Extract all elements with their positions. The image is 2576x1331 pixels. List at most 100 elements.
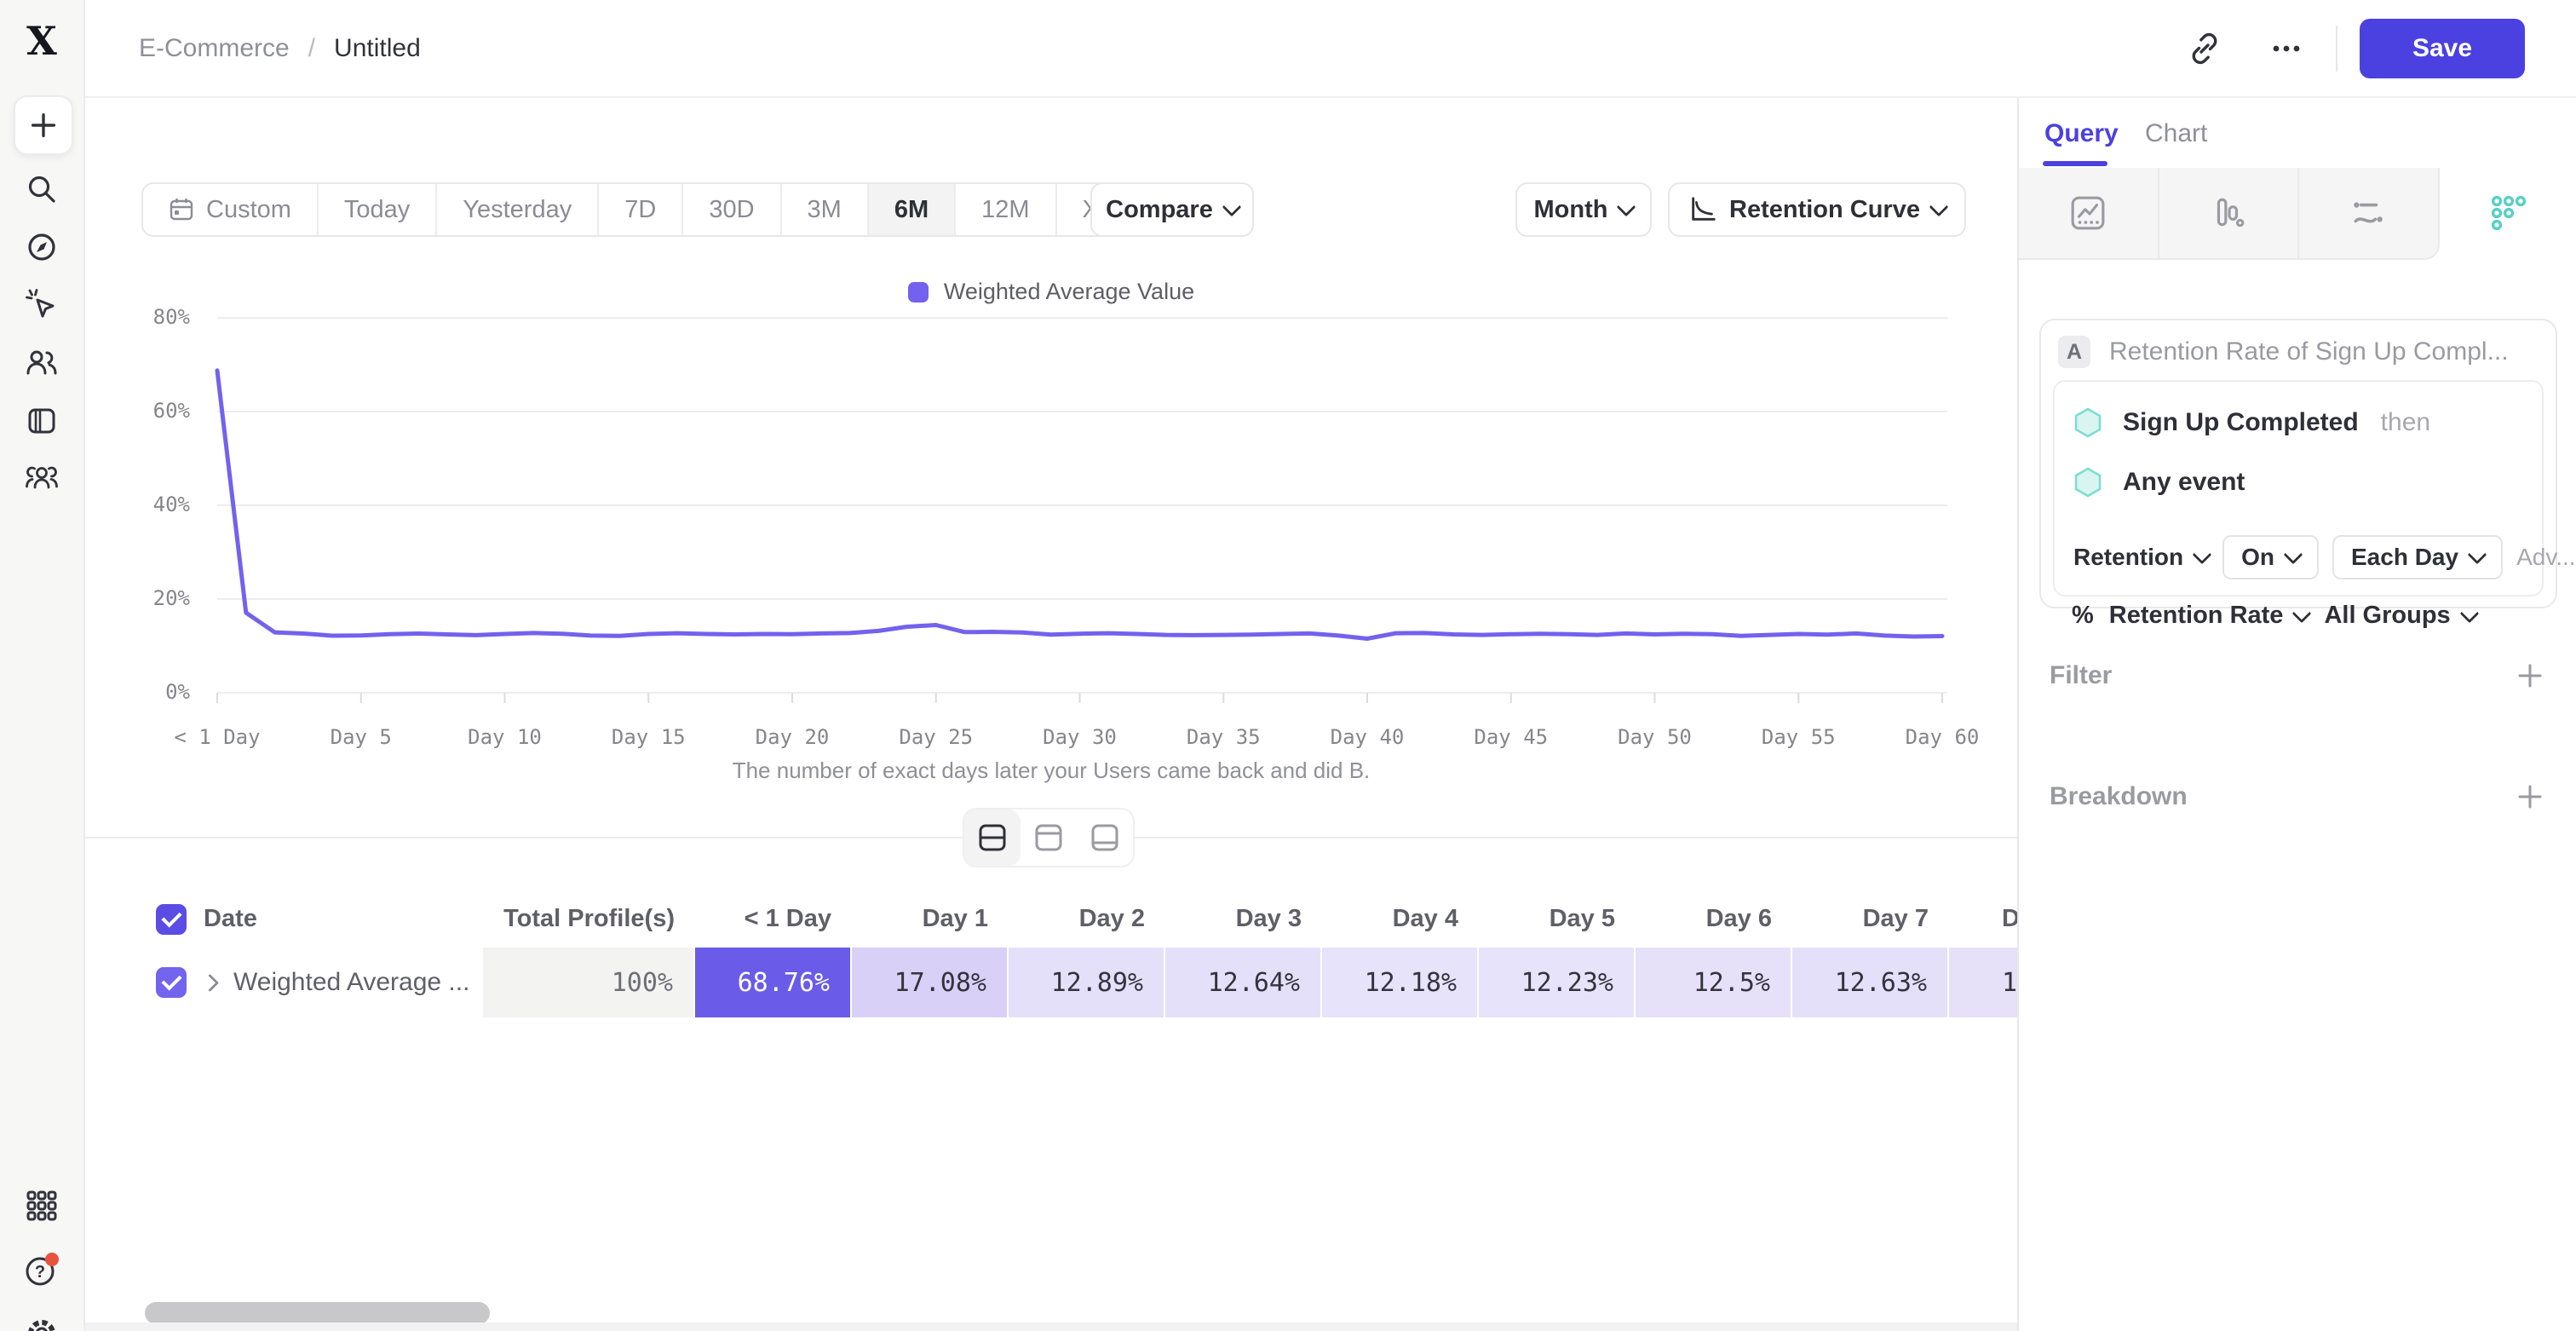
horizontal-scrollbar[interactable] — [145, 1302, 490, 1324]
mixpanel-logo[interactable]: X — [23, 22, 60, 60]
create-new-button[interactable] — [14, 95, 73, 155]
breadcrumb-project[interactable]: E-Commerce — [139, 34, 290, 63]
board-icon — [25, 404, 59, 438]
y-tick-label: 0% — [88, 680, 190, 704]
x-tick-label: Day 10 — [428, 725, 582, 749]
sidebar-item-boards[interactable] — [23, 402, 60, 440]
layout-split-button[interactable] — [964, 810, 1021, 866]
sidebar-item-search[interactable] — [23, 170, 60, 208]
chevron-down-icon — [2468, 545, 2487, 565]
chart-x-axis-caption: The number of exact days later your User… — [85, 758, 2017, 784]
help-icon: ? — [23, 1251, 60, 1288]
retention-icon — [2489, 193, 2528, 233]
query-builder-panel: Query Chart A Retention Rate of Sign Up … — [2017, 98, 2576, 1331]
measure-dropdown[interactable]: Retention Rate — [2109, 602, 2309, 630]
event-hexagon-icon — [2073, 467, 2102, 498]
x-tick-label: Day 20 — [716, 725, 869, 749]
tab-chart[interactable]: Chart — [2145, 113, 2207, 154]
breadcrumb: E-Commerce / Untitled — [139, 0, 421, 96]
x-tick-label: Day 40 — [1291, 725, 1444, 749]
retention-value-cell: 100% — [483, 948, 695, 1017]
column-header: Day 4 — [1322, 890, 1479, 948]
sidebar-item-cohorts[interactable] — [23, 460, 60, 498]
retention-value-cell: 68.76% — [695, 948, 852, 1017]
sidebar-item-settings[interactable] — [23, 1315, 60, 1331]
retention-table: DateTotal Profile(s)< 1 DayDay 1Day 2Day… — [85, 890, 2017, 1017]
retention-value-cell: 12.89% — [1009, 948, 1165, 1017]
y-tick-label: 80% — [88, 305, 190, 329]
query-card: A Retention Rate of Sign Up Compl... Sig… — [2039, 319, 2557, 608]
retention-value-cell: 12.63% — [1792, 948, 1949, 1017]
retention-line-chart[interactable] — [85, 98, 2017, 1331]
groups-dropdown[interactable]: All Groups — [2324, 602, 2475, 630]
event-steps-card: Sign Up Completed then Any event Retenti… — [2053, 380, 2544, 596]
filter-label: Filter — [2050, 661, 2112, 690]
tab-retention[interactable] — [2440, 168, 2576, 260]
copy-link-button[interactable] — [2181, 25, 2228, 72]
filter-section: Filter — [2050, 659, 2547, 693]
plus-icon — [2516, 782, 2544, 811]
on-dropdown[interactable]: On — [2222, 535, 2319, 579]
check-icon — [161, 970, 181, 990]
tab-query[interactable]: Query — [2044, 113, 2119, 154]
sidebar-item-discover[interactable] — [23, 228, 60, 266]
measurement-row: % Retention Rate All Groups — [2072, 602, 2476, 630]
header-divider — [2336, 26, 2337, 72]
series-badge: A — [2058, 336, 2090, 368]
retention-controls: Retention On Each Day Adv... — [2073, 535, 2527, 579]
breadcrumb-separator: / — [308, 34, 315, 63]
select-all-checkbox[interactable] — [156, 904, 187, 935]
row-label-cell: Weighted Average ... — [85, 948, 483, 1017]
event-hexagon-icon — [2073, 407, 2102, 438]
tab-insights[interactable] — [2019, 168, 2159, 260]
interval-dropdown[interactable]: Each Day — [2332, 535, 2503, 579]
column-header: Day 6 — [1636, 890, 1792, 948]
column-header: Day 5 — [1479, 890, 1636, 948]
query-card-header[interactable]: A Retention Rate of Sign Up Compl... — [2058, 336, 2509, 368]
breadcrumb-report-name[interactable]: Untitled — [334, 34, 421, 63]
layout-table-only-button[interactable] — [1077, 810, 1133, 866]
more-options-button[interactable] — [2263, 25, 2310, 72]
check-icon — [161, 907, 181, 927]
retention-value-cell: 12. — [1949, 948, 2017, 1017]
layout-chart-only-button[interactable] — [1021, 810, 1077, 866]
x-tick-label: < 1 Day — [141, 725, 294, 749]
flows-icon — [2350, 195, 2386, 231]
column-header: Total Profile(s) — [483, 890, 695, 948]
x-tick-label: Day 5 — [285, 725, 438, 749]
table-row: Weighted Average ...100%68.76%17.08%12.8… — [85, 948, 2017, 1017]
sidebar-item-users[interactable] — [23, 344, 60, 382]
x-tick-label: Day 45 — [1435, 725, 1588, 749]
first-event-selector[interactable]: Sign Up Completed then — [2073, 407, 2430, 438]
x-tick-label: Day 60 — [1866, 725, 2017, 749]
x-tick-label: Day 50 — [1578, 725, 1732, 749]
retention-value-cell: 17.08% — [852, 948, 1009, 1017]
row-checkbox[interactable] — [156, 967, 187, 998]
column-header: Day 7 — [1792, 890, 1949, 948]
notification-dot — [45, 1253, 59, 1266]
sidebar-item-events[interactable] — [23, 286, 60, 324]
column-header: < 1 Day — [695, 890, 852, 948]
return-event-selector[interactable]: Any event — [2073, 467, 2245, 498]
active-tab-underline — [2043, 161, 2107, 166]
top-header: E-Commerce / Untitled Save — [85, 0, 2576, 98]
tab-funnels[interactable] — [2159, 168, 2300, 260]
sidebar-item-apps[interactable] — [23, 1187, 60, 1224]
query-title: Retention Rate of Sign Up Compl... — [2109, 337, 2509, 366]
gear-icon — [24, 1316, 60, 1331]
tab-flows[interactable] — [2299, 168, 2440, 260]
retention-mode-dropdown[interactable]: Retention — [2073, 544, 2209, 571]
save-button[interactable]: Save — [2360, 19, 2525, 78]
add-breakdown-button[interactable] — [2513, 780, 2547, 814]
left-sidebar: X ? — [0, 0, 85, 1331]
x-tick-label: Day 35 — [1147, 725, 1300, 749]
chevron-down-icon — [2292, 603, 2312, 623]
add-filter-button[interactable] — [2513, 659, 2547, 693]
advanced-dropdown[interactable]: Adv... — [2516, 544, 2576, 571]
column-header: D — [1949, 890, 2017, 948]
svg-text:?: ? — [35, 1263, 45, 1282]
x-tick-label: Day 30 — [1003, 725, 1157, 749]
sidebar-item-help[interactable]: ? — [23, 1251, 60, 1288]
chevron-down-icon — [2459, 603, 2479, 623]
expand-row-icon[interactable] — [201, 973, 219, 991]
